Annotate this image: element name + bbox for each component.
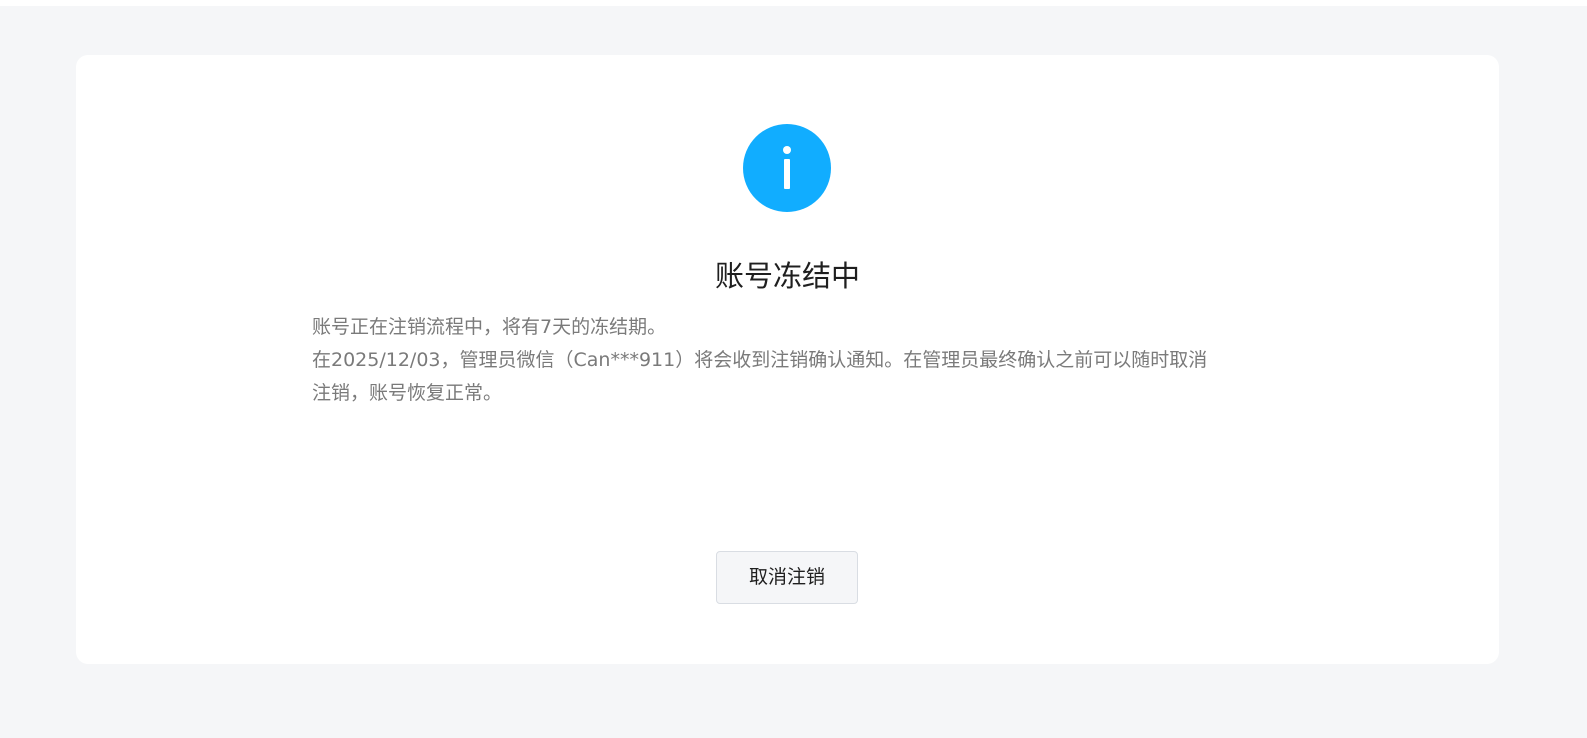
- page-title: 账号冻结中: [714, 259, 860, 293]
- description-line: 账号正在注销流程中，将有7天的冻结期。: [312, 316, 667, 338]
- cancel-deregistration-button[interactable]: 取消注销: [716, 551, 858, 604]
- status-description: 账号正在注销流程中，将有7天的冻结期。 在2025/12/03，管理员微信（Ca…: [312, 311, 1222, 410]
- top-bar: [0, 0, 1587, 6]
- info-icon: [743, 124, 831, 212]
- status-card: 账号冻结中 账号正在注销流程中，将有7天的冻结期。 在2025/12/03，管理…: [76, 55, 1499, 664]
- description-line: 在2025/12/03，管理员微信（Can***911）将会收到注销确认通知。在…: [312, 349, 1208, 404]
